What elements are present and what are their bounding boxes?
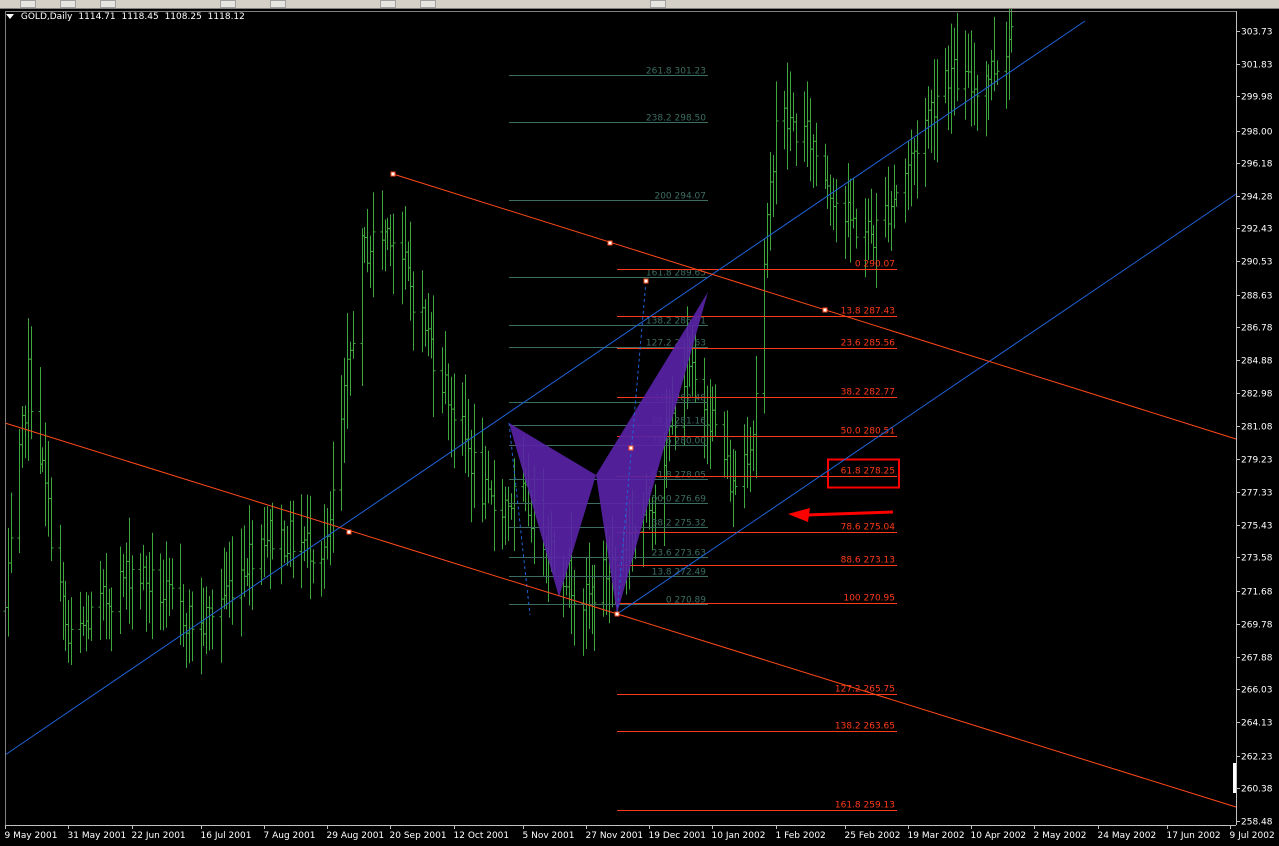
fib-retracement-label: 38.2 275.32 [652,519,706,529]
anchor-point [628,445,634,451]
scroll-marker [1233,763,1236,793]
y-tick-label: 279.23 [1241,456,1273,466]
y-tick-label: 290.53 [1241,258,1273,268]
ohlc-close: 1118.12 [207,12,245,22]
x-tick-label: 2 May 2002 [1034,831,1087,841]
anchor-point [643,278,649,284]
x-tick-label: 24 May 2002 [1098,831,1157,841]
y-tick-label: 275.43 [1241,522,1273,532]
x-tick-label: 22 Jun 2001 [132,831,186,841]
x-tick-label: 9 May 2001 [5,831,58,841]
chevron-down-icon[interactable] [6,14,14,19]
x-tick-label: 12 Oct 2001 [454,831,510,841]
channel-lines [4,20,1237,808]
y-tick-label: 271.68 [1241,588,1273,598]
x-tick-label: 16 Jul 2001 [201,831,252,841]
anchor-point [614,611,620,617]
fib-expansion-label: 23.6 285.56 [841,339,896,349]
y-tick-label: 301.83 [1241,61,1273,71]
y-tick-label: 292.43 [1241,225,1273,235]
toolbar-button[interactable] [420,0,436,8]
y-tick-label: 269.78 [1241,621,1273,631]
toolbar-button[interactable] [20,0,36,8]
y-tick-label: 298.00 [1241,128,1273,138]
fib-expansion-label: 88.6 273.13 [841,556,895,566]
harmonic-pattern [508,280,708,616]
anchor-point [346,529,352,535]
y-tick-label: 303.73 [1241,28,1273,38]
red-arrow-head [788,508,810,522]
y-tick-label: 264.13 [1241,719,1273,729]
y-tick-label: 266.03 [1241,686,1273,696]
y-tick-label: 286.78 [1241,324,1273,334]
x-tick-label: 7 Aug 2001 [264,831,316,841]
anchor-point [390,171,396,177]
y-tick-label: 281.08 [1241,423,1273,433]
fib-expansion-label: 0 290.07 [855,260,895,270]
red-arrow-shaft [805,510,894,517]
price-chart[interactable]: 261.8 301.23 238.2 298.50 200 294.07 161.8 … [0,9,1279,846]
x-tick-label: 25 Feb 2002 [845,831,901,841]
y-tick-label: 277.33 [1241,489,1273,499]
fib-expansion-label: 138.2 263.65 [835,722,895,732]
fib-expansion-label: 61.8 278.25 [841,467,895,477]
fib-retracement-label: 23.6 273.63 [652,549,706,559]
y-tick-label: 284.88 [1241,357,1273,367]
x-tick-label: 10 Apr 2002 [971,831,1027,841]
toolbar-button[interactable] [650,0,666,8]
fib-expansion-label: 161.8 259.13 [835,801,895,811]
fib-expansion-label: 38.2 282.77 [841,388,895,398]
pattern-triangle-xab [509,423,596,597]
chart-window[interactable]: 261.8 301.23 238.2 298.50 200 294.07 161.8 … [0,9,1279,846]
x-tick-label: 17 Jun 2002 [1167,831,1221,841]
x-tick-label: 5 Nov 2001 [523,831,575,841]
y-tick-label: 267.88 [1241,654,1273,664]
y-tick-label: 288.63 [1241,292,1273,302]
fib-retracement-label: 261.8 301.23 [646,67,706,77]
symbol-name: GOLD,Daily [20,12,73,22]
anchor-point [607,240,613,246]
anchor-point [822,307,828,313]
red-channel-upper [392,173,1237,440]
y-tick-label: 258.48 [1241,818,1273,828]
fib-retracement-label: 50.0 276.69 [652,495,707,505]
ohlc-open: 1114.71 [78,12,116,22]
terminal-toolbar [0,0,1279,9]
fib-expansion-label: 100 270.95 [843,594,895,604]
blue-channel-lower [616,193,1237,615]
y-tick-label: 299.98 [1241,93,1273,103]
toolbar-button[interactable] [380,0,396,8]
fib-retracement-label: 61.8 278.05 [652,471,706,481]
symbol-header: GOLD,Daily 1114.71 1118.45 1108.25 1118.… [6,12,248,22]
y-tick-label: 296.18 [1241,160,1273,170]
ohlc-high: 1118.45 [121,12,159,22]
x-tick-label: 31 May 2001 [68,831,127,841]
y-tick-label: 260.38 [1241,785,1273,795]
y-tick-label: 273.58 [1241,554,1273,564]
fib-expansion-label: 127.2 265.75 [835,685,895,695]
x-tick-label: 27 Nov 2001 [586,831,644,841]
y-tick-label: 294.28 [1241,193,1273,203]
toolbar-button[interactable] [100,0,116,8]
blue-channel-upper [4,20,1086,756]
y-tick-label: 262.23 [1241,753,1273,763]
x-tick-label: 29 Aug 2001 [327,831,385,841]
toolbar-button[interactable] [220,0,236,8]
toolbar-button[interactable] [270,0,286,8]
x-tick-label: 1 Feb 2002 [776,831,826,841]
fib-expansion-label: 13.8 287.43 [841,307,895,317]
x-tick-label: 19 Dec 2001 [649,831,707,841]
ohlc-low: 1108.25 [164,12,202,22]
x-tick-label: 19 Mar 2002 [908,831,965,841]
fib-retracement-label: 238.2 298.50 [646,114,706,124]
x-tick-label: 10 Jan 2002 [712,831,766,841]
x-tick-label: 9 Jul 2002 [1230,831,1275,841]
x-tick-label: 20 Sep 2001 [390,831,447,841]
y-tick-label: 282.98 [1241,390,1273,400]
fib-expansion-label: 78.6 275.04 [841,523,896,533]
toolbar-button[interactable] [60,0,76,8]
fib-retracement-label: 200 294.07 [654,192,706,202]
